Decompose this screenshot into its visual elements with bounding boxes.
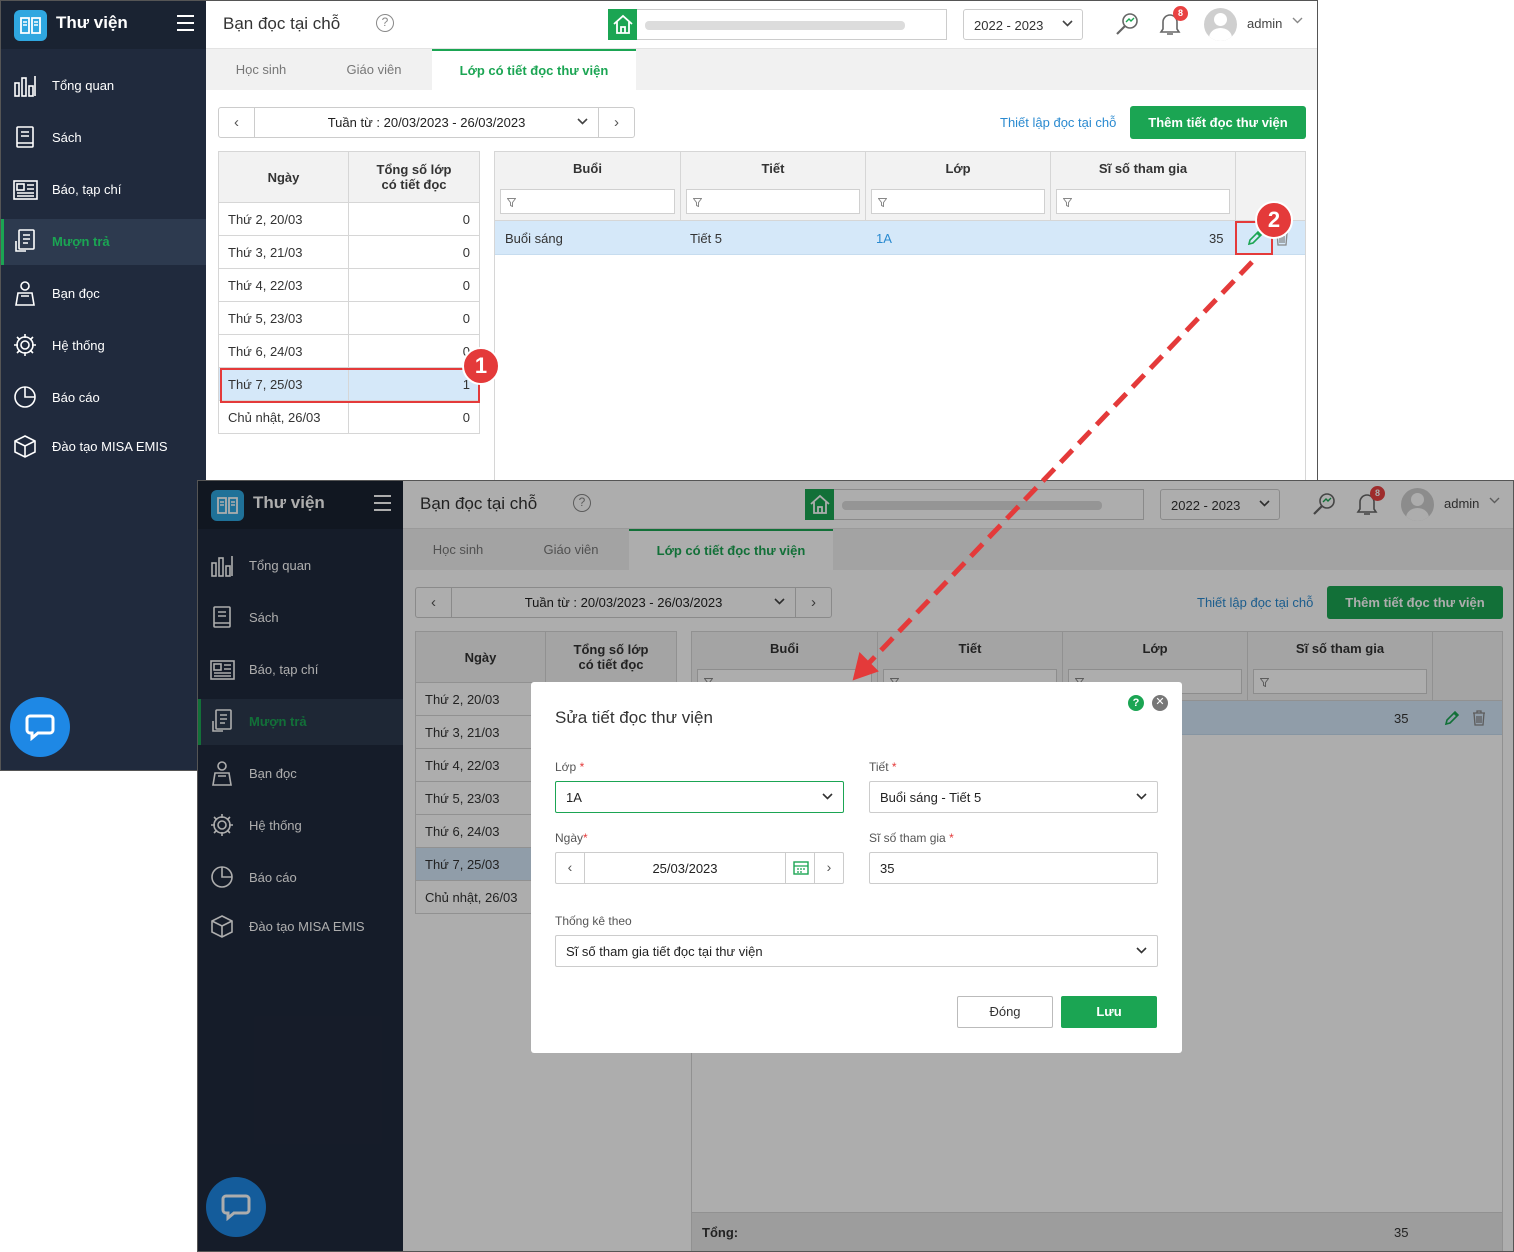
dashed-arrow [852, 260, 1254, 681]
